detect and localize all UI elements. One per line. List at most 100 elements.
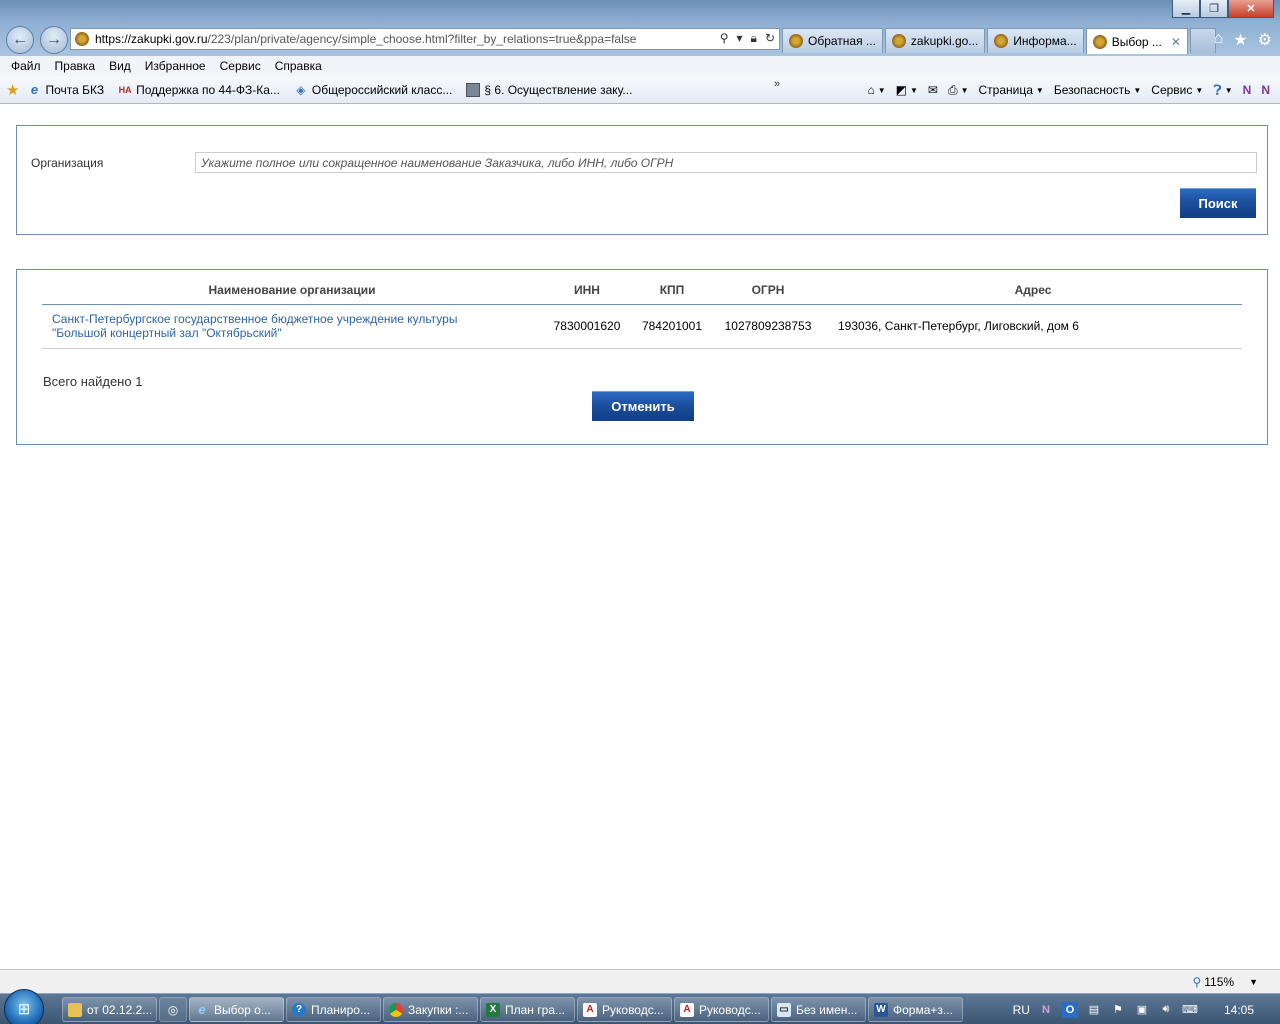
outlook-tray-icon[interactable]: O — [1061, 1001, 1078, 1018]
task-label: Руководс... — [699, 1002, 761, 1017]
dropdown-icon: ▼ — [910, 85, 918, 95]
chrome-icon — [389, 1002, 403, 1017]
home-icon[interactable]: ⌂ — [1214, 30, 1224, 50]
task-pdf-guide-2[interactable]: A Руководс... — [674, 997, 769, 1022]
clock[interactable]: 14:05 — [1224, 1003, 1254, 1017]
flag-icon[interactable]: ⚑ — [1110, 1002, 1126, 1018]
more-favorites-icon[interactable]: » — [774, 78, 780, 90]
address-icons: ⚲ ▾ 🔒︎ ↻ — [720, 31, 775, 46]
onenote-send-command[interactable]: N — [1261, 83, 1270, 97]
task-paint-untitled[interactable]: ▭ Без имен... — [771, 997, 866, 1022]
arrow-right-icon: → — [46, 31, 62, 48]
menu-tools[interactable]: Сервис — [213, 59, 268, 73]
printer-icon: ⎙ — [947, 82, 958, 97]
favorite-label: Общероссийский класс... — [311, 82, 453, 97]
minimize-button[interactable]: ▁ — [1172, 0, 1200, 18]
onenote-tray-icon[interactable]: N — [1038, 1002, 1054, 1018]
onenote-command[interactable]: N — [1243, 83, 1252, 97]
na-icon: НА — [118, 84, 132, 95]
print-command[interactable]: ⎙ ▼ — [948, 83, 969, 98]
task-folder[interactable]: от 02.12.2... — [62, 997, 157, 1022]
document-icon — [466, 82, 481, 97]
task-planning-help[interactable]: ? Планиро... — [286, 997, 381, 1022]
tab-info[interactable]: Информа... — [987, 28, 1084, 53]
gear-icon[interactable]: ⚙ — [1258, 30, 1272, 50]
favorite-support-44fz[interactable]: НА Поддержка по 44-ФЗ-Ка... — [118, 83, 280, 97]
organization-input[interactable] — [195, 152, 1257, 173]
home-command[interactable]: ⌂ ▼ — [867, 83, 885, 97]
mail-command[interactable]: ✉ — [928, 83, 938, 97]
forward-button[interactable]: → — [40, 26, 68, 54]
dropdown-icon: ▼ — [1224, 85, 1233, 95]
favorite-mail-bkz[interactable]: e Почта БКЗ — [27, 82, 104, 97]
address-url[interactable]: https://zakupki.gov.ru/223/plan/private/… — [95, 32, 636, 46]
onenote-icon: N — [1261, 83, 1270, 97]
help-icon: ? — [292, 1002, 306, 1017]
mail-icon: ✉ — [927, 83, 938, 97]
tab-feedback[interactable]: Обратная ... — [782, 28, 883, 53]
excel-icon: X — [486, 1002, 500, 1017]
table-row[interactable]: Санкт-Петербургское государственное бюдж… — [42, 304, 1242, 349]
menu-view[interactable]: Вид — [102, 59, 138, 73]
favorite-section-6[interactable]: § 6. Осуществление заку... — [466, 82, 632, 97]
close-window-button[interactable]: ✕ — [1228, 0, 1274, 18]
header-inn: ИНН — [542, 270, 632, 305]
network-icon[interactable]: ▣ — [1134, 1002, 1150, 1018]
keyboard-icon[interactable]: ⌨ — [1182, 1002, 1198, 1018]
taskbar: ⊞ от 02.12.2... ◎ e Выбор о... ? Планиро..… — [0, 989, 1280, 1024]
tab-zakupki[interactable]: zakupki.go... — [884, 28, 986, 53]
maximize-button[interactable]: ❐ — [1200, 0, 1228, 18]
url-host: https://zakupki.gov.ru — [95, 32, 208, 46]
service-menu[interactable]: Сервис ▼ — [1151, 83, 1203, 97]
security-menu[interactable]: Безопасность ▼ — [1054, 83, 1141, 97]
word-icon: W — [874, 1002, 888, 1017]
task-ie-choose[interactable]: e Выбор о... — [189, 997, 284, 1022]
favorites-star-icon[interactable]: ★ — [1233, 30, 1247, 50]
back-button[interactable]: ← — [6, 26, 34, 54]
start-button[interactable]: ⊞ — [4, 989, 44, 1024]
favorites-bar: ★ e Почта БКЗ НА Поддержка по 44-ФЗ-Ка... … — [0, 76, 1280, 104]
menu-edit[interactable]: Правка — [48, 59, 103, 73]
pdf-icon: A — [583, 1002, 597, 1017]
page-menu[interactable]: Страница ▼ — [979, 83, 1044, 97]
feeds-command[interactable]: ◩ ▼ — [896, 83, 918, 97]
tab-strip: Обратная ... zakupki.go... Информа... Вы… — [782, 28, 1216, 54]
ie-icon: e — [30, 82, 39, 97]
refresh-icon[interactable]: ↻ — [765, 31, 775, 46]
help-circle-icon: ❓︎ — [1213, 81, 1222, 98]
search-button[interactable]: Поиск — [1180, 188, 1256, 218]
tab-choose-active[interactable]: Выбор ... ✕ — [1085, 28, 1188, 54]
search-icon[interactable]: ⚲ — [720, 31, 729, 46]
close-tab-icon[interactable]: ✕ — [1171, 35, 1181, 49]
task-pinned-app[interactable]: ◎ — [159, 997, 187, 1022]
lock-icon[interactable]: 🔒︎ — [751, 31, 757, 46]
organization-link[interactable]: Санкт-Петербургское государственное бюдж… — [52, 312, 542, 340]
task-word-form[interactable]: W Форма+з... — [868, 997, 963, 1022]
menu-file[interactable]: Файл — [4, 59, 48, 73]
task-chrome-zakupki[interactable]: Закупки :... — [383, 997, 478, 1022]
new-tab-button[interactable] — [1189, 28, 1216, 53]
scanner-tray-icon[interactable]: ▤ — [1086, 1002, 1102, 1018]
menu-favorites[interactable]: Избранное — [138, 59, 213, 73]
results-panel: Наименование организации ИНН КПП ОГРН Ад… — [16, 269, 1268, 445]
address-bar[interactable]: https://zakupki.gov.ru/223/plan/private/… — [70, 28, 780, 50]
home-icon: ⌂ — [867, 83, 875, 97]
dropdown-icon: ▼ — [960, 85, 969, 95]
classifier-icon: ◈ — [296, 82, 306, 97]
header-ogrn: ОГРН — [712, 270, 824, 305]
cancel-button[interactable]: Отменить — [592, 391, 694, 421]
task-pdf-guide-1[interactable]: A Руководс... — [577, 997, 672, 1022]
zoom-icon: ⚲ — [1192, 975, 1202, 989]
favorites-star-icon[interactable]: ★ — [6, 81, 19, 99]
favorite-okved[interactable]: ◈ Общероссийский класс... — [294, 83, 452, 97]
task-label: Выбор о... — [214, 1002, 271, 1017]
dropdown-icon[interactable]: ▾ — [737, 31, 743, 46]
help-command[interactable]: ❓︎ ▼ — [1213, 82, 1232, 99]
task-excel-plan[interactable]: X План гра... — [480, 997, 575, 1022]
language-indicator[interactable]: RU — [1013, 1003, 1030, 1017]
menu-help[interactable]: Справка — [268, 59, 329, 73]
header-name: Наименование организации — [42, 270, 542, 305]
zoom-control[interactable]: ⚲ 115% ▼ — [1192, 975, 1258, 989]
volume-icon[interactable]: 🔊︎ — [1158, 1002, 1174, 1018]
rss-icon: ◩ — [895, 83, 907, 97]
